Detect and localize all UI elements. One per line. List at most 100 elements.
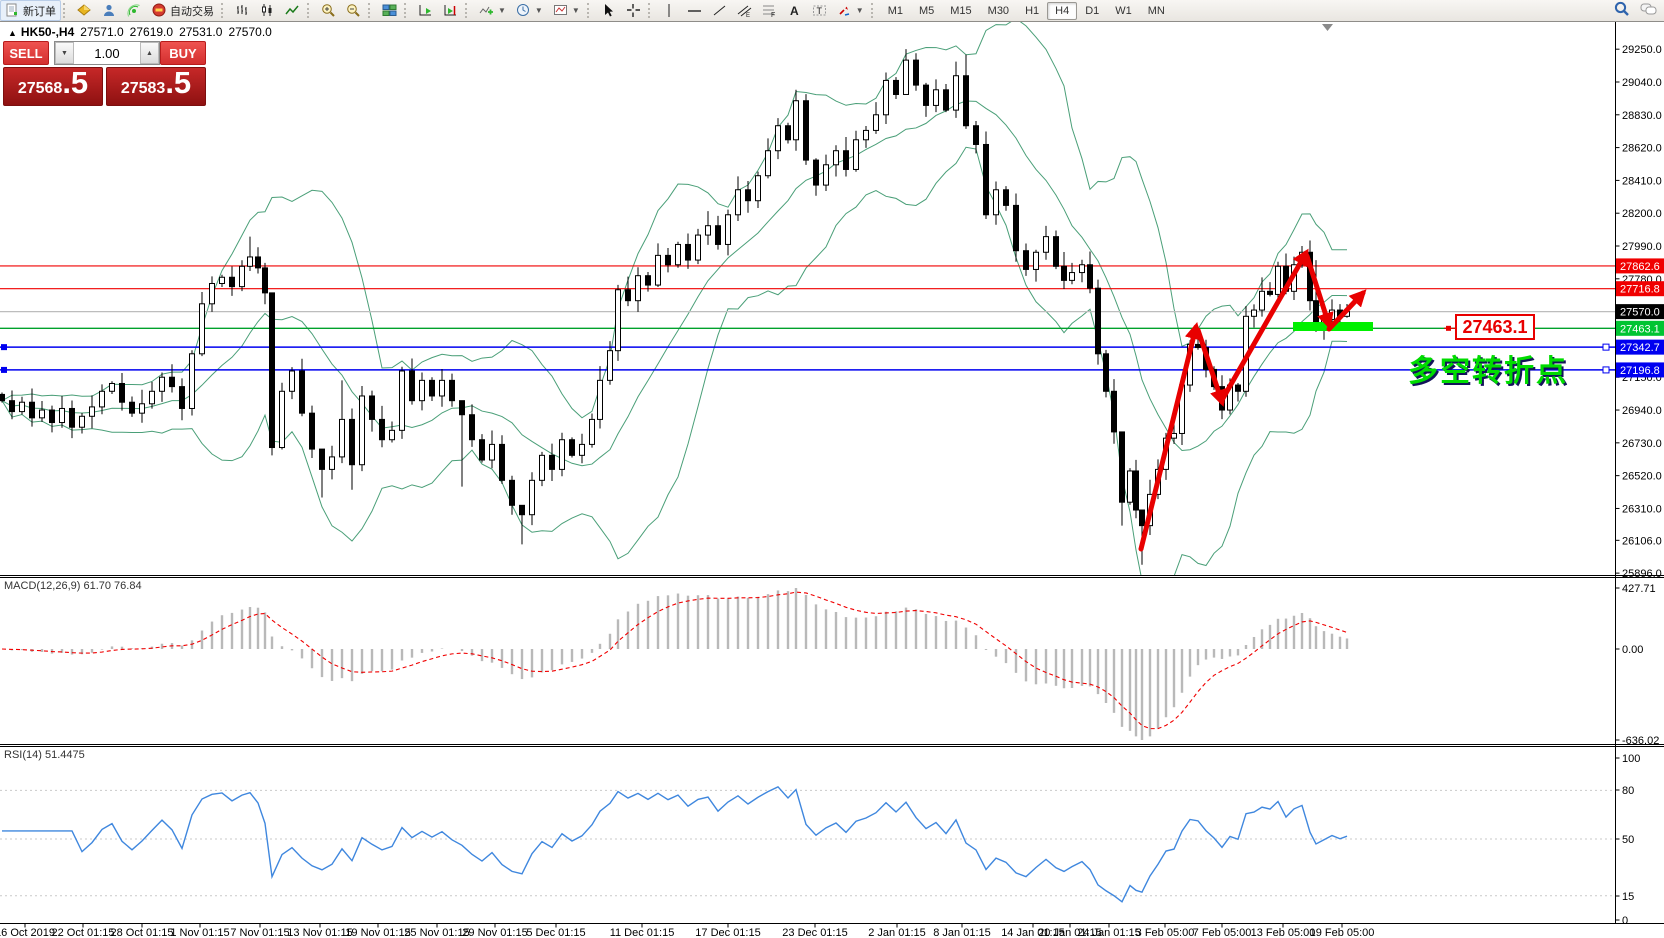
volume-input[interactable]: [74, 42, 140, 64]
tile-windows-button[interactable]: [377, 0, 402, 21]
collapse-panel-icon[interactable]: ▲: [8, 28, 17, 38]
arrows-button[interactable]: ▼: [832, 0, 869, 21]
line-handle[interactable]: [1603, 344, 1609, 350]
tile-icon: [382, 3, 397, 18]
line-chart-button[interactable]: [280, 0, 305, 21]
auto-scroll-button[interactable]: [413, 0, 438, 21]
chevron-down-icon[interactable]: ▼: [856, 6, 864, 15]
svg-text:24 Jan 01:15: 24 Jan 01:15: [1077, 927, 1141, 938]
ohlc-high: 27619.0: [130, 25, 173, 39]
chat-icon[interactable]: [1640, 2, 1658, 20]
svg-text:F: F: [771, 12, 775, 18]
horizontal-line-button[interactable]: [682, 0, 707, 21]
new-order-button[interactable]: 新订单: [0, 0, 61, 21]
chart-shift-marker[interactable]: [1322, 24, 1333, 31]
timeframe-m1-button[interactable]: M1: [880, 2, 911, 20]
fibo-icon: F: [762, 3, 777, 18]
volume-increase-button[interactable]: ▲: [140, 42, 159, 64]
trendline-button[interactable]: [707, 0, 732, 21]
toolbar-separator: [871, 3, 878, 18]
bar-chart-button[interactable]: [230, 0, 255, 21]
search-icon[interactable]: [1614, 1, 1630, 20]
zoom-in-button[interactable]: [316, 0, 341, 21]
svg-text:26940.0: 26940.0: [1622, 405, 1662, 417]
svg-text:0: 0: [1622, 915, 1628, 927]
data-window-button[interactable]: [97, 0, 122, 21]
cursor-button[interactable]: [596, 0, 621, 21]
crosshair-button[interactable]: [621, 0, 646, 21]
zoom-in-icon: [321, 3, 336, 18]
candle-chart-button[interactable]: [255, 0, 280, 21]
chevron-down-icon[interactable]: ▼: [498, 6, 506, 15]
timeframe-mn-button[interactable]: MN: [1140, 2, 1173, 20]
line-handle[interactable]: [1, 367, 7, 373]
timeframe-d1-button[interactable]: D1: [1077, 2, 1107, 20]
periods-button[interactable]: ▼: [511, 0, 548, 21]
line-handle[interactable]: [1603, 367, 1609, 373]
one-click-trading-panel: SELL ▼ ▲ BUY 27568 .5 27583 .5: [3, 41, 206, 106]
timeframe-m15-button[interactable]: M15: [942, 2, 979, 20]
macd-signal-line: [2, 592, 1347, 729]
svg-text:25 Nov 01:15: 25 Nov 01:15: [404, 927, 469, 938]
autotrade-button[interactable]: 自动交易: [147, 0, 219, 21]
chart-canvas[interactable]: 29250.029040.028830.028620.028410.028200…: [0, 0, 1664, 938]
vertical-line-button[interactable]: [657, 0, 682, 21]
buy-price-button[interactable]: 27583 .5: [106, 67, 206, 106]
buy-button[interactable]: BUY: [160, 41, 206, 65]
svg-text:15: 15: [1622, 891, 1634, 903]
support-price-callout[interactable]: 27463.1: [1455, 314, 1535, 340]
new-order-label: 新订单: [23, 3, 56, 19]
zoom-out-button[interactable]: [341, 0, 366, 21]
indicators-button[interactable]: ▼: [474, 0, 511, 21]
text-icon: A: [787, 3, 802, 18]
sell-button[interactable]: SELL: [3, 41, 49, 65]
svg-text:28410.0: 28410.0: [1622, 175, 1662, 187]
svg-text:25896.0: 25896.0: [1622, 568, 1662, 580]
price-tag: 27196.8: [1620, 365, 1660, 377]
timeframe-h4-button[interactable]: H4: [1047, 2, 1077, 20]
callout-anchor[interactable]: [1446, 326, 1451, 331]
person-icon: [102, 3, 117, 18]
toolbar-separator: [648, 3, 655, 18]
timeframe-w1-button[interactable]: W1: [1107, 2, 1140, 20]
price-tag: 27342.7: [1620, 342, 1660, 354]
chevron-down-icon[interactable]: ▼: [572, 6, 580, 15]
svg-text:27990.0: 27990.0: [1622, 241, 1662, 253]
new-order-icon: [5, 3, 20, 18]
price-tag: 27463.1: [1620, 323, 1660, 335]
fibonacci-button[interactable]: F: [757, 0, 782, 21]
svg-text:17 Dec 01:15: 17 Dec 01:15: [695, 927, 760, 938]
line-handle[interactable]: [1, 344, 7, 350]
market-watch-button[interactable]: [72, 0, 97, 21]
signals-button[interactable]: [122, 0, 147, 21]
ohlc-open: 27571.0: [80, 25, 123, 39]
timeframe-m5-button[interactable]: M5: [911, 2, 942, 20]
svg-text:0.00: 0.00: [1622, 644, 1643, 656]
svg-text:23 Dec 01:15: 23 Dec 01:15: [782, 927, 847, 938]
channel-icon: E: [737, 3, 752, 18]
toolbar-separator: [465, 3, 472, 18]
svg-text:2 Jan 01:15: 2 Jan 01:15: [868, 927, 926, 938]
cursor-icon: [601, 3, 616, 18]
sell-price-button[interactable]: 27568 .5: [3, 67, 103, 106]
volume-decrease-button[interactable]: ▼: [55, 42, 74, 64]
price-tag: 27716.8: [1620, 284, 1660, 296]
text-button[interactable]: A: [782, 0, 807, 21]
chevron-down-icon[interactable]: ▼: [535, 6, 543, 15]
templates-button[interactable]: ▼: [548, 0, 585, 21]
autotrade-icon: [152, 3, 167, 18]
svg-text:7 Nov 01:15: 7 Nov 01:15: [230, 927, 289, 938]
turning-point-annotation[interactable]: 多空转折点: [1408, 346, 1568, 390]
rsi-indicator-label: RSI(14) 51.4475: [4, 749, 85, 761]
svg-text:29 Nov 01:15: 29 Nov 01:15: [462, 927, 527, 938]
chart-shift-button[interactable]: [438, 0, 463, 21]
sell-price-frac: .5: [62, 68, 88, 98]
text-label-button[interactable]: T: [807, 0, 832, 21]
toolbar-separator: [368, 3, 375, 18]
gold-icon: [77, 3, 92, 18]
timeframe-h1-button[interactable]: H1: [1017, 2, 1047, 20]
timeframe-m30-button[interactable]: M30: [980, 2, 1017, 20]
symbol-period-label: HK50-,H4: [21, 25, 74, 39]
rsi-plot: [0, 787, 1616, 902]
equidistant-channel-button[interactable]: E: [732, 0, 757, 21]
